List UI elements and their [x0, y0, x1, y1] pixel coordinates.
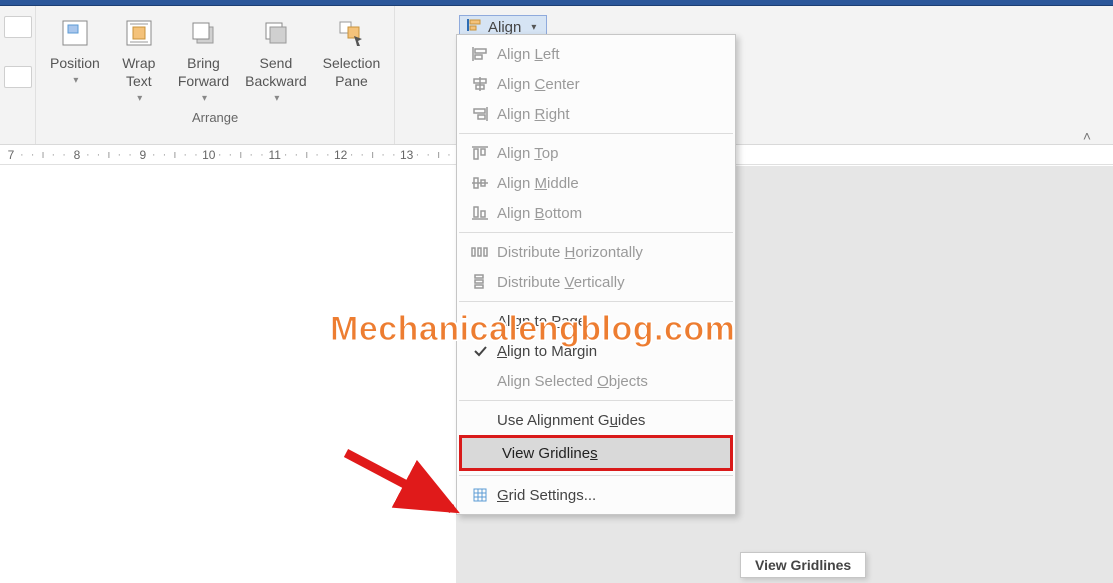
menu-item-label: Align Selected Objects [497, 373, 721, 390]
ruler-ticks: · · ı · · [152, 149, 200, 161]
ruler-number: 8 [70, 148, 84, 162]
ruler-ticks: · · ı · · [284, 149, 332, 161]
position-label: Position [50, 54, 100, 72]
grid-icon [463, 487, 497, 503]
selection-pane-button[interactable]: Selection Pane [315, 12, 389, 94]
align-left-icon [463, 46, 497, 62]
align-top-icon [463, 145, 497, 161]
menu-item-label: Distribute Horizontally [497, 244, 721, 261]
align-label: Align [488, 19, 521, 36]
wrap-text-button[interactable]: Wrap Text ▾ [108, 12, 170, 112]
menu-item-label: Align Middle [497, 175, 721, 192]
dropdown-caret-icon: ▾ [202, 90, 207, 108]
align-menu: Align Left Align Center Align Right Align T… [456, 34, 736, 515]
tooltip: View Gridlines [740, 552, 866, 578]
stub-box [4, 66, 32, 88]
menu-item[interactable]: Grid Settings... [457, 480, 735, 510]
dropdown-caret-icon: ▾ [73, 72, 78, 90]
dist-h-icon [463, 244, 497, 260]
ruler-ticks: · · ı · · [86, 149, 134, 161]
position-button[interactable]: Position ▾ [42, 12, 108, 94]
stub-box [4, 16, 32, 38]
send-backward-icon [259, 16, 293, 50]
ruler-number: 10 [202, 148, 216, 162]
menu-item-label: Align to Page [497, 313, 721, 330]
menu-item: Align Right [457, 99, 735, 129]
menu-item[interactable]: Align to Margin [457, 336, 735, 366]
align-middle-icon [463, 175, 497, 191]
menu-item[interactable]: View Gridlines [459, 435, 733, 471]
menu-item: Align Center [457, 69, 735, 99]
align-center-icon [463, 76, 497, 92]
menu-item-label: Distribute Vertically [497, 274, 721, 291]
menu-item-label: Align Top [497, 145, 721, 162]
selection-pane-label: Selection Pane [323, 54, 381, 90]
menu-separator [459, 232, 733, 233]
menu-separator [459, 400, 733, 401]
ruler-segment: 8· · ı · · [70, 148, 136, 162]
menu-item[interactable]: Use Alignment Guides [457, 405, 735, 435]
dist-v-icon [463, 274, 497, 290]
menu-item: Distribute Horizontally [457, 237, 735, 267]
send-backward-label: Send Backward [245, 54, 306, 90]
selection-pane-icon [334, 16, 368, 50]
menu-item: Align Bottom [457, 198, 735, 228]
menu-item: Distribute Vertically [457, 267, 735, 297]
menu-item: Align Top [457, 138, 735, 168]
menu-item-label: Align Bottom [497, 205, 721, 222]
bring-forward-button[interactable]: Bring Forward ▾ [170, 12, 237, 112]
ruler-segment: 7· · ı · · [4, 148, 70, 162]
ruler-number: 7 [4, 148, 18, 162]
wrap-text-icon [122, 16, 156, 50]
ruler-segment: 11· · ı · · [268, 148, 334, 162]
dropdown-caret-icon: ▾ [274, 90, 279, 108]
menu-item: Align Selected Objects [457, 366, 735, 396]
send-backward-button[interactable]: Send Backward ▾ [237, 12, 314, 112]
ruler-number: 12 [334, 148, 348, 162]
arrange-group: Position ▾ Wrap Text ▾ Bring Forward ▾ [36, 6, 395, 144]
dropdown-caret-icon: ▾ [531, 22, 536, 33]
menu-item-label: View Gridlines [502, 445, 716, 462]
align-bottom-icon [463, 205, 497, 221]
menu-item-label: Align to Margin [497, 343, 721, 360]
position-icon [58, 16, 92, 50]
ruler-number: 9 [136, 148, 150, 162]
menu-item-label: Align Center [497, 76, 721, 93]
menu-item: Align Middle [457, 168, 735, 198]
ruler-number: 13 [400, 148, 414, 162]
group-label: Arrange [192, 110, 238, 131]
menu-item-label: Grid Settings... [497, 487, 721, 504]
bring-forward-icon [186, 16, 220, 50]
menu-item[interactable]: Align to Page [457, 306, 735, 336]
check-icon [463, 343, 497, 359]
ruler-ticks: · · ı · · [20, 149, 68, 161]
wrap-text-label: Wrap Text [122, 54, 155, 90]
menu-item-label: Align Left [497, 46, 721, 63]
ruler-segment: 9· · ı · · [136, 148, 202, 162]
ruler-ticks: · · ı · · [218, 149, 266, 161]
dropdown-caret-icon: ▾ [137, 90, 142, 108]
bring-forward-label: Bring Forward [178, 54, 229, 90]
menu-item-label: Use Alignment Guides [497, 412, 721, 429]
ruler-number: 11 [268, 148, 282, 162]
ruler-segment: 12· · ı · · [334, 148, 400, 162]
align-right-icon [463, 106, 497, 122]
menu-item-label: Align Right [497, 106, 721, 123]
menu-separator [459, 301, 733, 302]
annotation-arrow-icon [340, 445, 470, 525]
menu-item: Align Left [457, 39, 735, 69]
ruler-segment: 10· · ı · · [202, 148, 268, 162]
menu-separator [459, 475, 733, 476]
menu-separator [459, 133, 733, 134]
collapse-ribbon-icon[interactable]: ˄ [1083, 128, 1091, 144]
ruler-ticks: · · ı · · [350, 149, 398, 161]
ribbon-left-stub [0, 6, 36, 144]
